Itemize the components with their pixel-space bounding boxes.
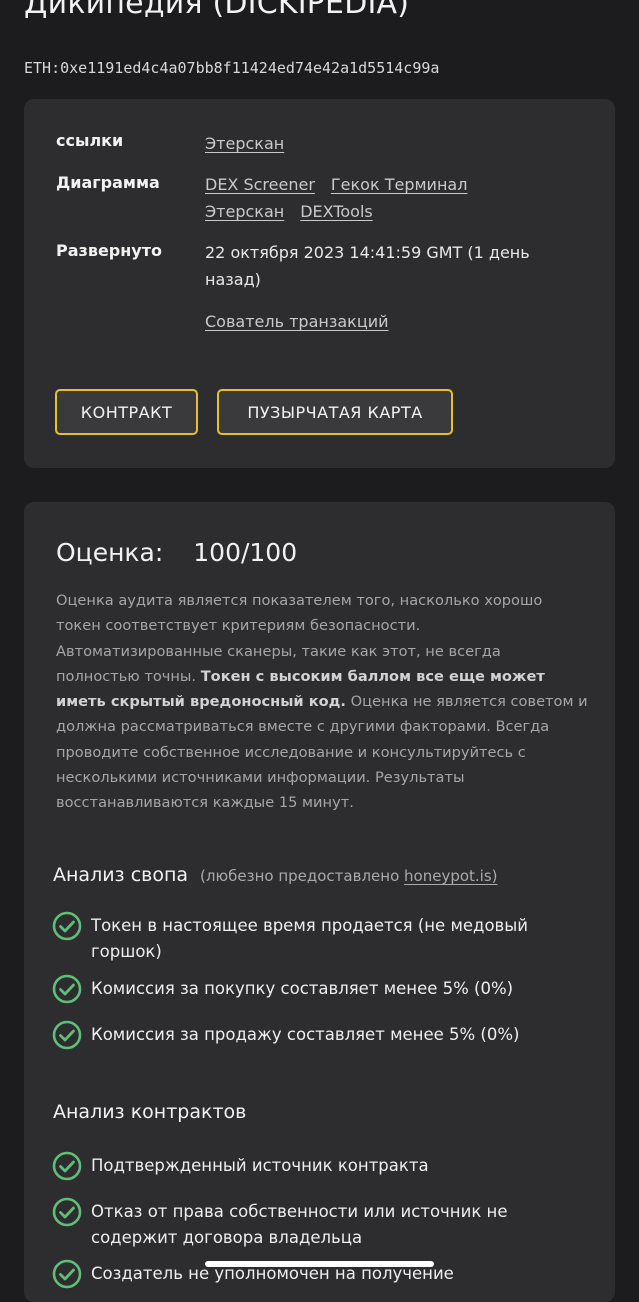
score-card: Оценка: 100/100 Оценка аудита является по… [24,502,615,1302]
contract-check-text: Подтвержденный источник контракта [91,1156,429,1175]
swap-check-item: Комиссия за покупку составляет менее 5% … [52,974,592,1004]
check-circle-icon [52,1020,82,1050]
geckoterminal-link[interactable]: Гекок Терминал [331,175,468,194]
swap-check-item: Токен в настоящее время продается (не ме… [52,911,592,965]
swap-note-prefix: (любезно предоставлено [200,867,400,885]
bubblemap-button[interactable]: ПУЗЫРЧАТАЯ КАРТА [217,389,453,435]
chart-links: DEX Screener Гекок Терминал Этерскан DEXTo… [205,171,535,225]
swap-analysis-note: (любезно предоставлено honeypot.is) [200,867,497,885]
check-circle-icon [52,974,82,1004]
contract-button[interactable]: КОНТРАКТ [55,389,198,435]
contract-check-item: Отказ от права собственности или источни… [52,1197,592,1251]
score-label: Оценка: [56,538,164,567]
creator-tx: Сователь транзакций [205,308,405,335]
swap-check-text: Токен в настоящее время продается (не ме… [91,916,529,961]
score-value: 100/100 [193,538,298,567]
swap-check-item: Комиссия за продажу составляет менее 5% … [52,1020,592,1050]
check-circle-icon [52,911,82,941]
token-info-card: ссылки Этерскан Диаграмма DEX Screener Ге… [24,99,615,468]
deployed-label: Развернуто [56,241,162,260]
deployed-value: 22 октября 2023 14:41:59 GMT (1 день наз… [205,243,530,289]
honeypot-link[interactable]: honeypot.is) [404,867,497,885]
dexscreener-link[interactable]: DEX Screener [205,175,315,194]
contract-check-text: Отказ от права собственности или источни… [91,1202,508,1247]
swap-analysis-heading: Анализ свопа (любезно предоставлено honey… [53,864,498,886]
etherscan-link[interactable]: Этерскан [205,134,284,153]
check-circle-icon [52,1151,82,1181]
score-description: Оценка аудита является показателем того,… [56,588,588,816]
contract-address[interactable]: ETH:0xe1191ed4c4a07bb8f11424ed74e42a1d55… [24,59,439,77]
dextools-link[interactable]: DEXTools [300,202,373,221]
home-indicator[interactable] [205,1261,434,1267]
links-value: Этерскан [205,130,300,157]
score-desc-part2: Оценка не является советом и должна расс… [56,693,588,812]
contract-check-item: Подтвержденный источник контракта [52,1151,592,1181]
contract-analysis-title: Анализ контрактов [53,1101,247,1123]
links-label: ссылки [56,131,124,150]
page-title: Дикипедия (DICKIPEDIA) [24,0,410,21]
swap-analysis-title: Анализ свопа [53,864,189,886]
check-circle-icon [52,1197,82,1227]
score-heading: Оценка: 100/100 [56,538,297,567]
etherscan-chart-link[interactable]: Этерскан [205,202,284,221]
chart-label: Диаграмма [56,173,160,192]
check-circle-icon [52,1259,82,1289]
swap-check-text: Комиссия за покупку составляет менее 5% … [91,979,514,998]
creator-tx-link[interactable]: Сователь транзакций [205,312,389,331]
swap-check-text: Комиссия за продажу составляет менее 5% … [91,1025,520,1044]
